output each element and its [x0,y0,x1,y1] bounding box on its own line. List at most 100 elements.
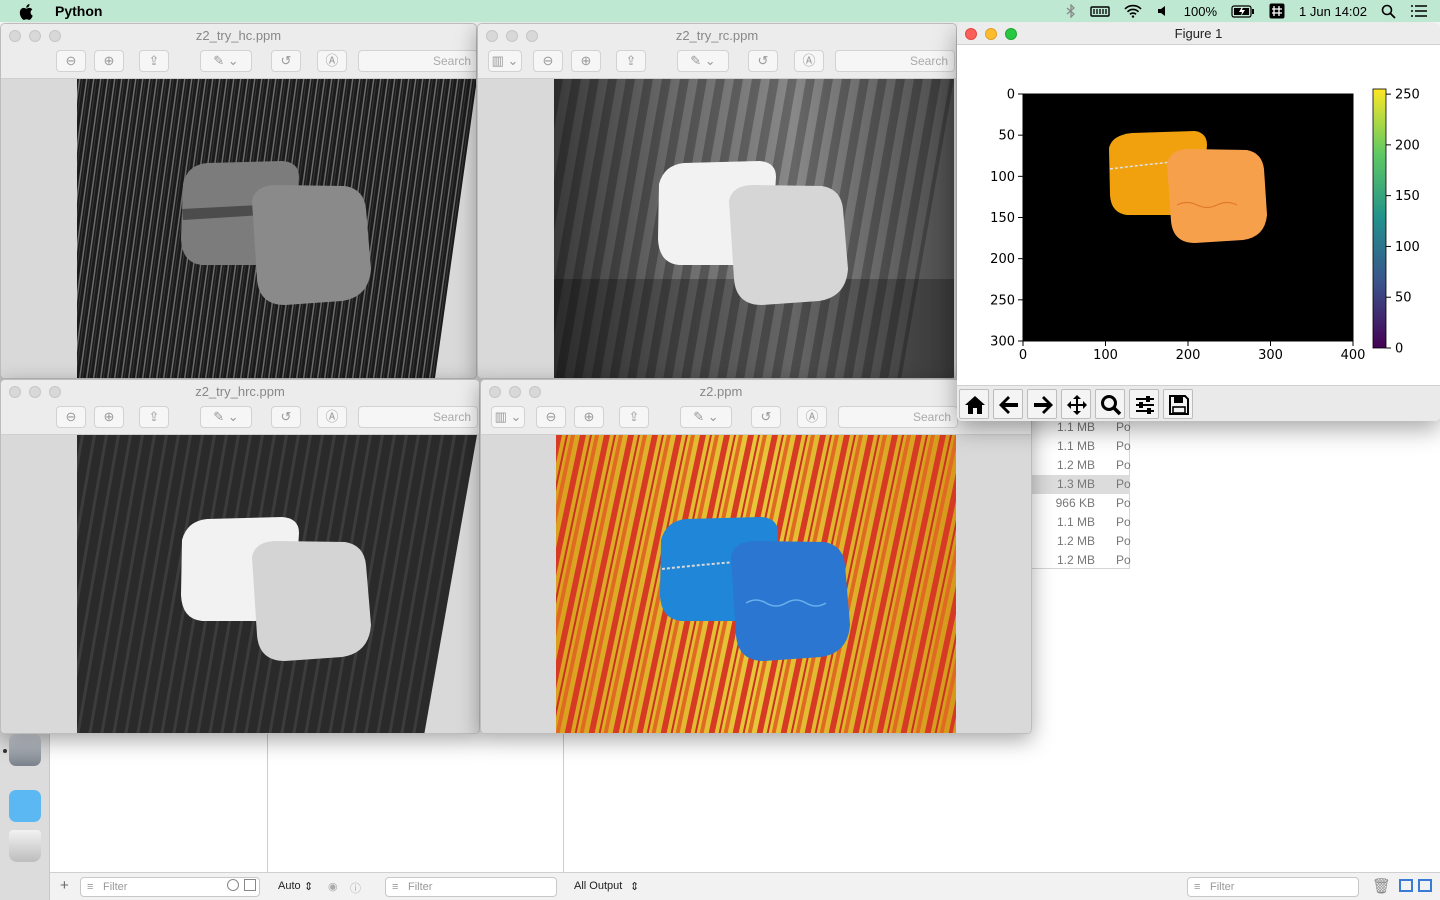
file-row[interactable]: 1.1 MB Po [1032,513,1131,532]
search-field[interactable]: Search [838,406,958,428]
trash-console-icon[interactable]: 🗑 [1372,877,1391,895]
markup-toolbar-icon[interactable]: Ⓐ [797,406,827,428]
clock[interactable]: 1 Jun 14:02 [1299,4,1367,19]
volume-icon[interactable] [1156,4,1170,18]
save-icon[interactable] [1163,389,1193,419]
markup-toolbar-icon[interactable]: Ⓐ [317,406,347,428]
file-kind: Po [1116,553,1131,567]
file-size: 1.3 MB [1056,477,1095,491]
add-icon[interactable]: + [60,877,69,894]
eye-icon[interactable]: ◉ [328,880,338,893]
sidebar-icon[interactable]: ▥ ⌄ [491,406,525,428]
variables-filter[interactable]: Filter [385,877,557,897]
share-icon[interactable]: ⇪ [619,406,649,428]
chevron-updown-icon[interactable]: ⇕ [304,880,313,893]
markup-pen-icon[interactable]: ✎ ⌄ [677,50,729,72]
apple-menu-icon[interactable] [19,4,41,20]
figure-title[interactable]: Figure 1 [957,23,1440,45]
y-tick-label: 100 [990,170,1015,185]
wifi-icon[interactable] [1124,4,1142,18]
markup-pen-icon[interactable]: ✎ ⌄ [200,50,252,72]
recent-icon[interactable] [227,879,239,891]
file-row[interactable]: 966 KB Po [1032,494,1131,513]
auto-popup[interactable]: Auto [278,880,301,892]
battery-percent[interactable]: 100% [1184,4,1217,19]
downloads-folder-icon[interactable] [9,790,41,822]
configure-subplots-icon[interactable] [1129,389,1159,419]
colorbar-tick-label: 0 [1395,342,1403,357]
all-output-popup[interactable]: All Output [574,880,622,892]
file-row[interactable]: 1.2 MB Po [1032,456,1131,475]
debug-bottom-bar: + Filter Auto ⇕ ◉ ⓘ Filter All Output ⇕ … [50,872,1440,900]
bluetooth-icon[interactable] [1066,4,1076,18]
file-row[interactable]: 1.2 MB Po [1032,551,1131,570]
chevron-updown-icon[interactable]: ⇕ [630,880,639,893]
x-tick-label: 200 [1176,348,1201,363]
back-icon[interactable] [993,389,1023,419]
rotate-icon[interactable]: ↺ [271,406,301,428]
y-tick-label: 300 [990,335,1015,350]
file-kind: Po [1116,477,1131,491]
share-icon[interactable]: ⇪ [139,406,169,428]
figure-toolbar [957,385,1440,421]
x-tick-label: 0 [1019,348,1027,363]
zoom-out-icon[interactable]: ⊖ [536,406,566,428]
minimize-button[interactable] [985,28,997,40]
window-title[interactable]: z2_try_hrc.ppm [1,384,479,399]
zoom-out-icon[interactable]: ⊖ [56,50,86,72]
rotate-icon[interactable]: ↺ [271,50,301,72]
window-toolbar: z2.ppm ▥ ⌄ ⊖ ⊕ ⇪ ✎ ⌄ ↺ Ⓐ Search [481,380,1031,435]
markup-pen-icon[interactable]: ✎ ⌄ [200,406,252,428]
file-row[interactable]: 1.1 MB Po [1032,437,1131,456]
file-size: 1.2 MB [1056,553,1095,567]
close-button[interactable] [965,28,977,40]
split-left-icon[interactable] [1399,879,1413,892]
share-icon[interactable]: ⇪ [139,50,169,72]
file-row[interactable]: 1.2 MB Po [1032,532,1131,551]
sidebar-icon[interactable]: ▥ ⌄ [488,50,522,72]
split-right-icon[interactable] [1418,879,1432,892]
zoom-out-icon[interactable]: ⊖ [533,50,563,72]
share-icon[interactable]: ⇪ [616,50,646,72]
memory-icon[interactable] [1090,4,1110,18]
zoom-in-icon[interactable]: ⊕ [94,406,124,428]
window-title[interactable]: z2_try_rc.ppm [478,28,956,43]
notification-center-icon[interactable] [1410,4,1428,18]
app-name-menu[interactable]: Python [55,3,102,19]
forward-icon[interactable] [1027,389,1057,419]
window-title[interactable]: z2_try_hc.ppm [1,28,476,43]
y-tick-label: 0 [1007,88,1015,103]
colorbar-tick-label: 150 [1395,189,1420,204]
info-icon[interactable]: ⓘ [350,880,361,896]
search-field[interactable]: Search [358,50,476,72]
rotate-icon[interactable]: ↺ [751,406,781,428]
rotate-icon[interactable]: ↺ [748,50,778,72]
markup-toolbar-icon[interactable]: Ⓐ [317,50,347,72]
search-field[interactable]: Search [835,50,955,72]
hashtag-icon[interactable] [1269,3,1285,19]
window-toolbar: z2_try_rc.ppm ▥ ⌄ ⊖ ⊕ ⇪ ✎ ⌄ ↺ Ⓐ Search [478,24,956,79]
scope-icon[interactable] [244,879,256,891]
file-row[interactable]: 1.3 MB Po [1032,475,1131,494]
markup-toolbar-icon[interactable]: Ⓐ [794,50,824,72]
launchpad-rocket-icon[interactable] [9,734,41,766]
figure-window: Figure 1 0 50 100 150 200 250 300 0 100 200 300 40… [957,23,1440,421]
markup-pen-icon[interactable]: ✎ ⌄ [680,406,732,428]
battery-icon[interactable] [1231,4,1255,18]
file-kind: Po [1116,439,1131,453]
image-viewer [1,79,476,378]
search-field[interactable]: Search [358,406,478,428]
spotlight-icon[interactable] [1381,4,1396,19]
zoom-button[interactable] [1005,28,1017,40]
zoom-out-icon[interactable]: ⊖ [56,406,86,428]
pan-icon[interactable] [1061,389,1091,419]
image-hc [77,79,476,378]
trash-icon[interactable] [9,830,41,862]
zoom-in-icon[interactable]: ⊕ [574,406,604,428]
console-filter[interactable]: Filter [1187,877,1359,897]
zoom-in-icon[interactable]: ⊕ [571,50,601,72]
zoom-in-icon[interactable]: ⊕ [94,50,124,72]
window-title[interactable]: z2.ppm [481,384,961,399]
zoom-rect-icon[interactable] [1095,389,1125,419]
home-icon[interactable] [959,389,989,419]
